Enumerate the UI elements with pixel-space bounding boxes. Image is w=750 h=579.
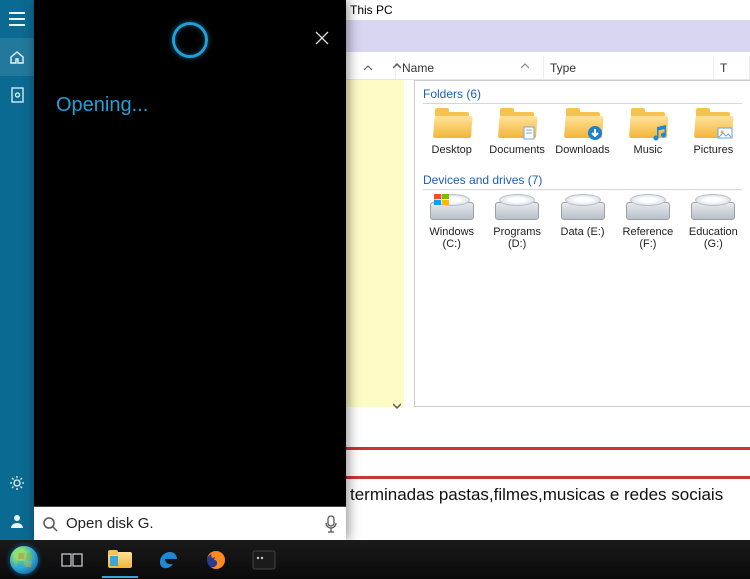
folder-label: Documents bbox=[486, 144, 547, 157]
windows-flag-icon bbox=[434, 194, 450, 206]
drive-item[interactable]: Windows (C:) bbox=[421, 194, 482, 251]
rail-notebook[interactable] bbox=[0, 76, 34, 114]
drive-icon bbox=[495, 194, 539, 222]
drive-label: Data (E:) bbox=[552, 226, 613, 239]
search-icon bbox=[42, 516, 58, 532]
doc-badge-icon bbox=[520, 124, 538, 142]
column-type[interactable]: Type bbox=[544, 56, 714, 79]
divider bbox=[423, 103, 742, 104]
chevron-down-icon bbox=[393, 402, 401, 410]
group-folders-header[interactable]: Folders (6) bbox=[415, 81, 750, 103]
drives-grid: Windows (C:)Programs (D:) Data (E:) Refere… bbox=[415, 194, 750, 261]
cortana-side-rail bbox=[0, 0, 34, 540]
rail-menu[interactable] bbox=[0, 0, 34, 38]
drive-label: Programs (D:) bbox=[486, 226, 547, 251]
cortana-logo-icon bbox=[172, 22, 208, 58]
notebook-icon bbox=[10, 87, 24, 103]
hamburger-icon bbox=[9, 12, 25, 26]
drive-icon bbox=[561, 194, 605, 222]
window-title: This PC bbox=[346, 0, 750, 20]
column-name-label: Name bbox=[402, 61, 434, 75]
folder-icon bbox=[694, 108, 732, 140]
folder-label: Pictures bbox=[683, 144, 744, 157]
close-icon bbox=[314, 30, 330, 46]
rail-home[interactable] bbox=[0, 38, 34, 76]
firefox-icon bbox=[204, 548, 228, 572]
pic-badge-icon bbox=[716, 124, 734, 142]
drive-icon bbox=[691, 194, 735, 222]
drive-icon bbox=[430, 194, 474, 222]
folder-item[interactable]: Music bbox=[617, 108, 678, 157]
explorer-content: Folders (6) Desktop Documents Downloads Mus… bbox=[414, 80, 750, 407]
group-drives-header[interactable]: Devices and drives (7) bbox=[415, 167, 750, 189]
folder-icon bbox=[433, 108, 471, 140]
chevron-up-icon bbox=[364, 64, 372, 72]
chevron-up-icon bbox=[393, 62, 401, 70]
drive-item[interactable]: Programs (D:) bbox=[486, 194, 547, 251]
music-badge-icon bbox=[651, 124, 669, 142]
drive-icon bbox=[626, 194, 670, 222]
cortana-header bbox=[34, 0, 346, 78]
home-icon bbox=[9, 49, 25, 65]
sort-caret-icon bbox=[521, 62, 529, 70]
group-drives-count: 7 bbox=[532, 173, 539, 187]
drive-label: Windows (C:) bbox=[421, 226, 482, 251]
cortana-status-text: Opening... bbox=[56, 94, 324, 117]
nav-scroll-down[interactable] bbox=[389, 398, 405, 414]
nav-scroll-up[interactable] bbox=[389, 58, 405, 74]
group-drives-label: Devices and drives bbox=[423, 173, 524, 187]
task-view-icon bbox=[61, 551, 83, 569]
taskbar-terminal[interactable] bbox=[240, 540, 288, 579]
folder-label: Desktop bbox=[421, 144, 482, 157]
ribbon-bar bbox=[346, 20, 750, 52]
drive-label: Reference (F:) bbox=[617, 226, 678, 251]
microphone-icon[interactable] bbox=[324, 515, 338, 533]
divider bbox=[423, 189, 742, 190]
column-extra[interactable]: T bbox=[714, 56, 750, 79]
folder-icon bbox=[108, 550, 132, 570]
cortana-panel: Opening... bbox=[34, 0, 346, 540]
folder-item[interactable]: Documents bbox=[486, 108, 547, 157]
group-folders-count: 6 bbox=[470, 87, 477, 101]
folder-label: Music bbox=[617, 144, 678, 157]
cortana-search-input[interactable] bbox=[66, 515, 316, 532]
taskbar-explorer[interactable] bbox=[96, 540, 144, 579]
task-view-button[interactable] bbox=[48, 540, 96, 579]
taskbar-edge[interactable] bbox=[144, 540, 192, 579]
drive-item[interactable]: Data (E:) bbox=[552, 194, 613, 251]
cortana-search-bar[interactable] bbox=[34, 506, 346, 540]
page-body-text: terminadas pastas,filmes,musicas e redes… bbox=[346, 476, 750, 516]
folder-item[interactable]: Pictures bbox=[683, 108, 744, 157]
drive-item[interactable]: Reference (F:) bbox=[617, 194, 678, 251]
gear-icon bbox=[9, 475, 25, 491]
close-button[interactable] bbox=[308, 24, 336, 52]
folder-icon bbox=[498, 108, 536, 140]
folders-grid: Desktop Documents Downloads Music Pictures bbox=[415, 108, 750, 167]
folder-item[interactable]: Desktop bbox=[421, 108, 482, 157]
start-button[interactable] bbox=[0, 540, 48, 579]
folder-icon bbox=[629, 108, 667, 140]
drive-item[interactable]: Education (G:) bbox=[683, 194, 744, 251]
start-orb-icon bbox=[9, 545, 39, 575]
taskbar-firefox[interactable] bbox=[192, 540, 240, 579]
edge-icon bbox=[156, 548, 180, 572]
person-icon bbox=[9, 513, 25, 529]
terminal-icon bbox=[252, 550, 276, 570]
column-headers: Name Type T bbox=[346, 56, 750, 80]
column-name[interactable]: Name bbox=[396, 56, 544, 79]
drive-label: Education (G:) bbox=[683, 226, 744, 251]
folder-icon bbox=[564, 108, 602, 140]
folder-item[interactable]: Downloads bbox=[552, 108, 613, 157]
rail-feedback[interactable] bbox=[0, 502, 34, 540]
cortana-body: Opening... bbox=[34, 78, 346, 506]
folder-label: Downloads bbox=[552, 144, 613, 157]
group-folders-label: Folders bbox=[423, 87, 463, 101]
nav-pane-highlight bbox=[346, 80, 404, 407]
taskbar bbox=[0, 540, 750, 579]
down-badge-icon bbox=[586, 124, 604, 142]
rail-settings[interactable] bbox=[0, 464, 34, 502]
